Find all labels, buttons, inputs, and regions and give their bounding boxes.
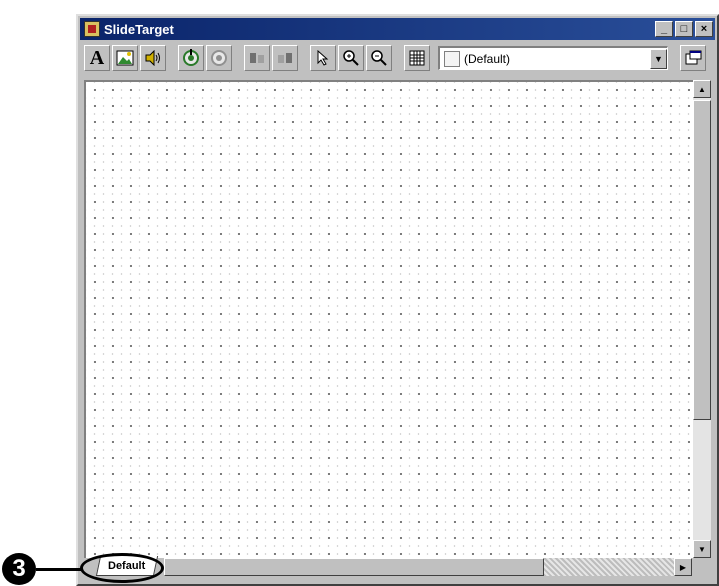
vertical-scroll-thumb[interactable] [693, 100, 711, 420]
pointer-tool-button[interactable] [310, 45, 336, 71]
callout-number: 3 [2, 553, 36, 585]
properties-button[interactable] [680, 45, 706, 71]
maximize-button[interactable]: □ [675, 21, 693, 37]
magnifier-plus-icon [343, 50, 359, 66]
app-icon[interactable] [84, 21, 100, 37]
align-left-button[interactable] [244, 45, 270, 71]
callout-highlight-ring [80, 553, 164, 583]
properties-icon [685, 50, 702, 65]
scroll-right-button[interactable]: ▶ [674, 558, 692, 576]
toolbar: A (Default) ▼ [80, 42, 715, 74]
horizontal-scroll-thumb[interactable] [164, 558, 544, 576]
image-icon [116, 50, 134, 66]
scroll-up-button[interactable]: ▲ [693, 80, 711, 98]
align-icon [250, 53, 264, 63]
text-icon: A [89, 46, 105, 69]
chevron-down-icon[interactable]: ▼ [650, 48, 667, 69]
grid-icon [409, 50, 425, 66]
vertical-scrollbar[interactable]: ▲ ▼ [693, 80, 711, 558]
scroll-down-button[interactable]: ▼ [693, 540, 711, 558]
layer-combo[interactable]: (Default) ▼ [438, 46, 668, 70]
layer-combo-value: (Default) [464, 51, 511, 66]
slidetarget-window: SlideTarget _ □ × A (Default) ▼ ▲ ▼ Defa… [76, 14, 719, 586]
align-right-button[interactable] [272, 45, 298, 71]
target-minus-icon [211, 50, 227, 66]
zoom-out-button[interactable] [366, 45, 392, 71]
image-tool-button[interactable] [112, 45, 138, 71]
horizontal-scroll-track[interactable] [544, 558, 674, 576]
magnifier-minus-icon [371, 50, 387, 66]
minimize-button[interactable]: _ [655, 21, 673, 37]
horizontal-scrollbar[interactable]: Default ▶ [84, 556, 693, 576]
sound-tool-button[interactable] [140, 45, 166, 71]
callout-line [36, 568, 82, 571]
layer-icon [444, 50, 460, 67]
add-target-button[interactable] [178, 45, 204, 71]
target-plus-icon [183, 49, 199, 66]
remove-target-button[interactable] [206, 45, 232, 71]
close-button[interactable]: × [695, 21, 713, 37]
text-tool-button[interactable]: A [84, 45, 110, 71]
slide-canvas[interactable] [84, 80, 693, 558]
arrow-icon [317, 50, 329, 66]
window-title: SlideTarget [104, 21, 174, 37]
align-icon [278, 53, 292, 63]
title-bar: SlideTarget _ □ × [80, 18, 715, 40]
speaker-icon [145, 50, 160, 66]
grid-toggle-button[interactable] [404, 45, 430, 71]
zoom-in-button[interactable] [338, 45, 364, 71]
